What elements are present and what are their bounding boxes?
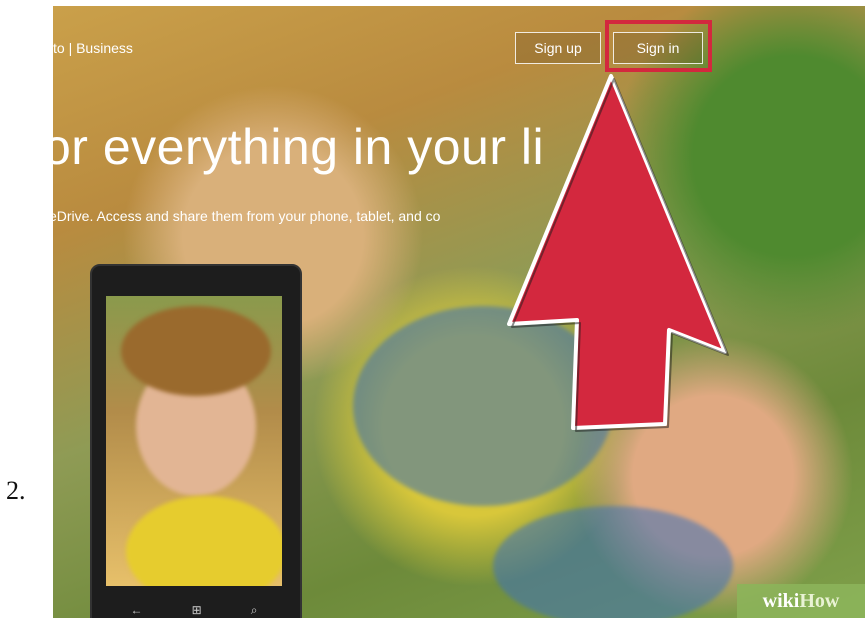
hero-headline: or everything in your li bbox=[53, 119, 545, 175]
wikihow-watermark: wiki How bbox=[737, 584, 865, 618]
windows-icon: ⊞ bbox=[191, 603, 202, 617]
watermark-how: How bbox=[799, 589, 840, 612]
child-hair bbox=[121, 306, 271, 396]
sign-up-button[interactable]: Sign up bbox=[515, 32, 601, 64]
search-icon: ⌕ bbox=[250, 602, 258, 617]
red-arrow-icon bbox=[507, 74, 729, 432]
phone-screen-photo bbox=[106, 296, 282, 586]
sign-in-highlight-box bbox=[605, 20, 712, 72]
screenshot: to | Business Sign up Sign in or everyth… bbox=[53, 6, 865, 618]
blue-shirt-2 bbox=[493, 506, 733, 618]
step-number: 2. bbox=[6, 476, 26, 505]
hero-subline: eDrive. Access and share them from your … bbox=[53, 208, 441, 224]
phone-nav-bar: ← ⊞ ⌕ bbox=[106, 600, 282, 618]
back-icon: ← bbox=[130, 603, 143, 617]
child-shirt bbox=[126, 496, 282, 586]
watermark-wiki: wiki bbox=[762, 589, 800, 612]
top-nav-links[interactable]: to | Business bbox=[53, 40, 133, 56]
phone-device: ← ⊞ ⌕ bbox=[90, 264, 302, 618]
